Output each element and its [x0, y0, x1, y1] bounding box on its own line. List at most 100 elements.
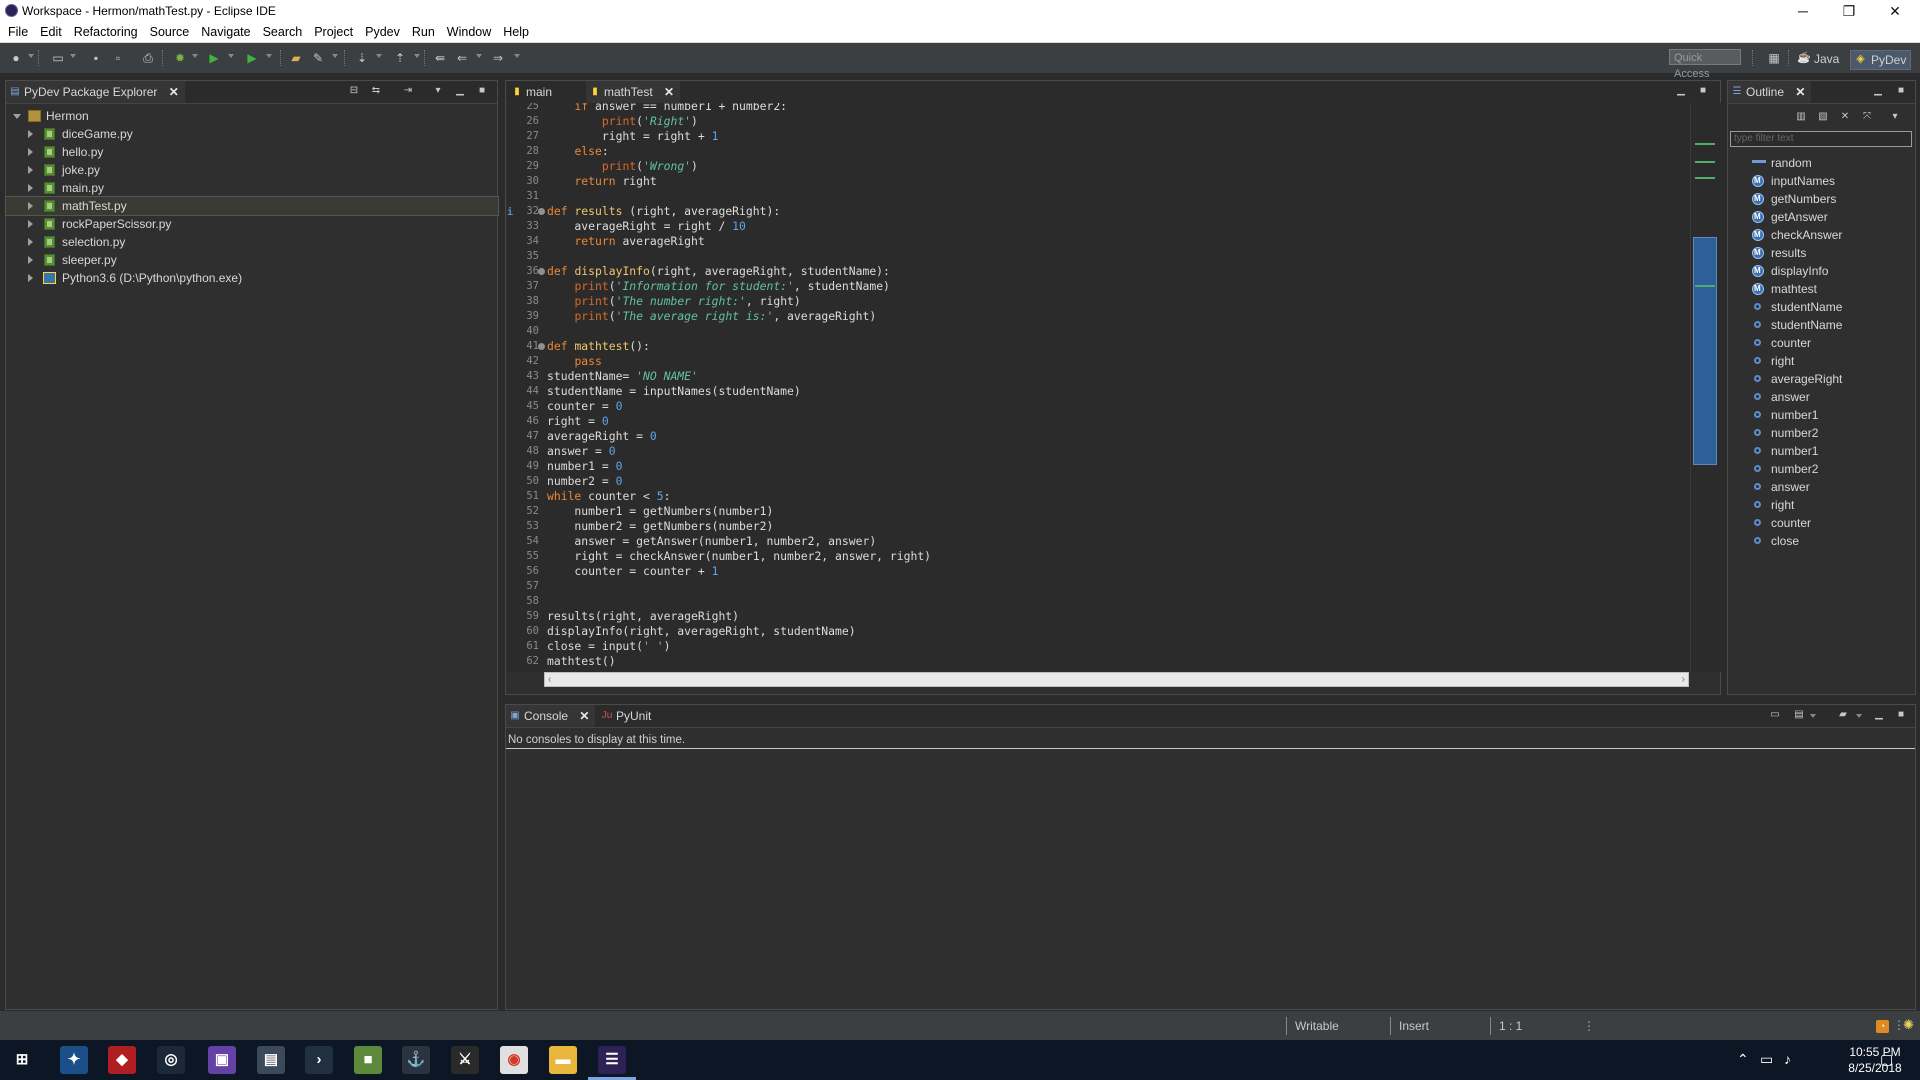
maximize-view-icon[interactable]: ■ [1894, 708, 1908, 722]
code-line[interactable]: 42 pass [507, 354, 1690, 369]
status-insert-mode[interactable]: Insert [1390, 1017, 1489, 1035]
expand-toggle-icon[interactable] [28, 256, 33, 264]
hide-fields-icon[interactable]: ▧ [1816, 110, 1830, 124]
hide-static-icon[interactable]: ✕ [1838, 110, 1852, 124]
outline-item[interactable]: getAnswer [1728, 208, 1914, 226]
code-line[interactable]: 59 results(right, averageRight) [507, 609, 1690, 624]
display-console-icon[interactable]: ▤ [1792, 708, 1806, 722]
tab-outline[interactable]: ☰ Outline ✕ [1728, 81, 1812, 103]
show-hidden-icons-icon[interactable]: ⌃ [1737, 1051, 1749, 1068]
dropdown-arrow-icon[interactable] [476, 54, 482, 58]
dropdown-arrow-icon[interactable] [1856, 714, 1862, 718]
outline-item[interactable]: close [1728, 532, 1914, 550]
link-with-editor-icon[interactable]: ⇆ [369, 84, 383, 98]
code-line[interactable]: 60 displayInfo(right, averageRight, stude… [507, 624, 1690, 639]
world-of-warships-app-icon[interactable]: ⚓ [402, 1046, 430, 1074]
tree-item-file[interactable]: sleeper.py [6, 251, 498, 269]
menu-navigate[interactable]: Navigate [195, 22, 256, 42]
tip-lightbulb-icon[interactable]: ✺ [1903, 1017, 1914, 1033]
minimize-button[interactable]: ─ [1780, 0, 1826, 22]
fold-toggle-icon[interactable] [538, 268, 545, 275]
code-line[interactable]: 41 def mathtest(): [507, 339, 1690, 354]
outline-item[interactable]: number2 [1728, 424, 1914, 442]
network-icon[interactable]: ▭ [1760, 1051, 1773, 1068]
expand-toggle-icon[interactable] [28, 202, 33, 210]
scroll-left-icon[interactable]: ‹ [548, 673, 551, 686]
close-button[interactable]: ✕ [1872, 0, 1918, 22]
perspective-java[interactable]: ☕ Java [1794, 50, 1843, 68]
outline-item[interactable]: right [1728, 496, 1914, 514]
tree-item-file[interactable]: diceGame.py [6, 125, 498, 143]
world-of-tanks-app-icon[interactable]: ⚔ [451, 1046, 479, 1074]
maximize-view-icon[interactable]: ■ [475, 84, 489, 98]
close-tab-icon[interactable]: ✕ [169, 81, 179, 103]
outline-item[interactable]: averageRight [1728, 370, 1914, 388]
back-icon[interactable]: ⇐ [454, 50, 470, 66]
dropdown-arrow-icon[interactable] [228, 54, 234, 58]
dropdown-arrow-icon[interactable] [414, 54, 420, 58]
expand-toggle-icon[interactable] [28, 274, 33, 282]
dropdown-arrow-icon[interactable] [70, 54, 76, 58]
minimize-view-icon[interactable]: ▁ [1674, 84, 1688, 98]
outline-item[interactable]: number2 [1728, 460, 1914, 478]
outline-item[interactable]: mathtest [1728, 280, 1914, 298]
code-line[interactable]: 36 def displayInfo(right, averageRight, s… [507, 264, 1690, 279]
code-line[interactable]: 57 [507, 579, 1690, 594]
sort-icon[interactable]: ▥ [1794, 110, 1808, 124]
code-line[interactable]: 34 return averageRight [507, 234, 1690, 249]
outline-item[interactable]: counter [1728, 334, 1914, 352]
expand-toggle-icon[interactable] [28, 166, 33, 174]
code-line[interactable]: 37 print('Information for student:', stu… [507, 279, 1690, 294]
outline-view-menu-icon[interactable]: ▾ [1888, 110, 1902, 124]
occurrence-marker[interactable] [1695, 285, 1715, 287]
menu-edit[interactable]: Edit [34, 22, 68, 42]
print-icon[interactable]: ⎙ [140, 50, 156, 66]
expand-toggle-icon[interactable] [28, 130, 33, 138]
tree-item-interpreter[interactable]: Python3.6 (D:\Python\python.exe) [6, 269, 498, 287]
expand-toggle-icon[interactable] [28, 220, 33, 228]
open-perspective-icon[interactable]: ▦ [1766, 50, 1782, 66]
code-line[interactable]: 48 answer = 0 [507, 444, 1690, 459]
scroll-right-icon[interactable]: › [1682, 673, 1685, 686]
minimize-view-icon[interactable]: ▁ [1871, 84, 1885, 98]
code-line[interactable]: 25 if answer == number1 + number2: [507, 103, 1690, 114]
code-line[interactable]: 46 right = 0 [507, 414, 1690, 429]
outline-item[interactable]: number1 [1728, 442, 1914, 460]
dropdown-arrow-icon[interactable] [376, 54, 382, 58]
steam-app-icon[interactable]: ◎ [157, 1046, 185, 1074]
tab-package-explorer[interactable]: ▤ PyDev Package Explorer ✕ [6, 81, 185, 103]
overview-ruler[interactable] [1690, 103, 1721, 672]
code-line[interactable]: 26 print('Right') [507, 114, 1690, 129]
code-line[interactable]: 50 number2 = 0 [507, 474, 1690, 489]
collapse-outline-icon[interactable]: ⤧ [1860, 110, 1874, 124]
code-line[interactable]: 54 answer = getAnswer(number1, number2, … [507, 534, 1690, 549]
outline-filter-input[interactable]: type filter text [1730, 131, 1912, 147]
save-icon[interactable]: ▪ [88, 50, 104, 66]
tree-item-file[interactable]: hello.py [6, 143, 498, 161]
open-console-icon[interactable]: ▰ [1836, 708, 1850, 722]
code-line[interactable]: 58 [507, 594, 1690, 609]
code-line[interactable]: 45 counter = 0 [507, 399, 1690, 414]
outline-item[interactable]: getNumbers [1728, 190, 1914, 208]
close-tab-icon[interactable]: ✕ [664, 81, 674, 103]
code-line[interactable]: 49 number1 = 0 [507, 459, 1690, 474]
code-line[interactable]: 40 [507, 324, 1690, 339]
blizzard-app-icon[interactable]: ✦ [60, 1046, 88, 1074]
code-line[interactable]: 27 right = right + 1 [507, 129, 1690, 144]
dropdown-arrow-icon[interactable] [28, 54, 34, 58]
forward-icon[interactable]: ⇒ [490, 50, 506, 66]
save-all-icon[interactable]: ▫ [110, 50, 126, 66]
menu-pydev[interactable]: Pydev [359, 22, 406, 42]
code-line[interactable]: 39 print('The average right is:', averag… [507, 309, 1690, 324]
quick-access-input[interactable]: Quick Access [1669, 49, 1741, 80]
red-app-icon[interactable]: ◆ [108, 1046, 136, 1074]
menu-project[interactable]: Project [308, 22, 359, 42]
eclipse-app-icon[interactable]: ☰ [598, 1046, 626, 1074]
rss-feed-icon[interactable]: ◔ [1876, 1020, 1889, 1033]
code-line[interactable]: 52 number1 = getNumbers(number1) [507, 504, 1690, 519]
menu-source[interactable]: Source [144, 22, 196, 42]
new-icon[interactable]: ▭ [50, 50, 66, 66]
previous-annotation-icon[interactable]: ⇡ [392, 50, 408, 66]
status-menu-icon[interactable]: ⋮ [1583, 1019, 1595, 1033]
file-app-icon[interactable]: ▤ [257, 1046, 285, 1074]
